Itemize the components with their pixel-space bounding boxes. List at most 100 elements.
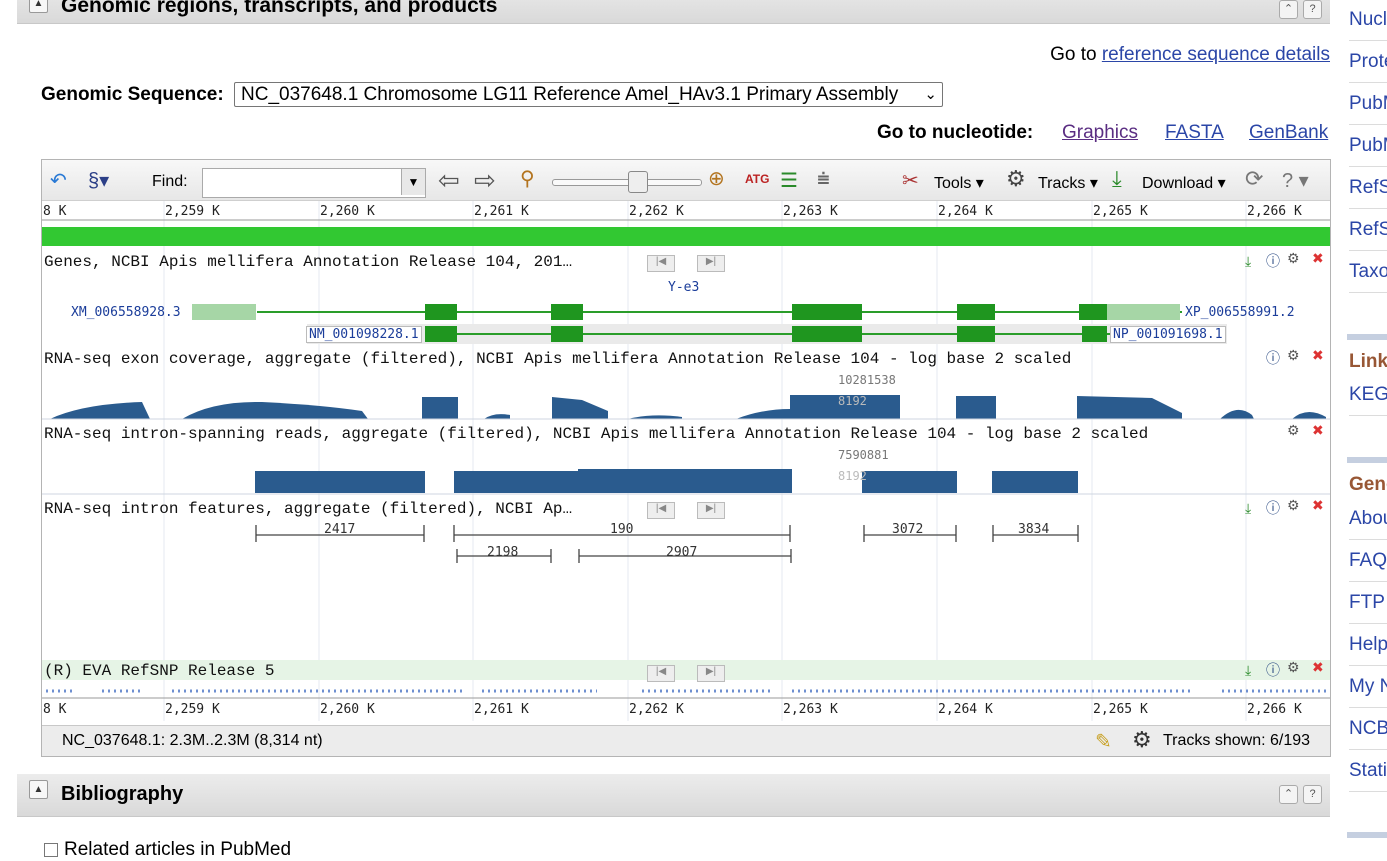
sidebar-link[interactable]: PubMed: [1349, 93, 1387, 115]
gear-icon[interactable]: ⚙: [1287, 347, 1300, 364]
close-icon[interactable]: ✖: [1312, 347, 1324, 364]
track-nav-buttons[interactable]: ▶|: [697, 665, 725, 682]
transcript-label[interactable]: XM_006558928.3: [71, 305, 181, 320]
zoom-slider[interactable]: [552, 179, 702, 186]
ref-seq-details-link[interactable]: reference sequence details: [1102, 44, 1330, 65]
undo-icon[interactable]: ↶: [50, 168, 67, 193]
info-icon[interactable]: ⓘ: [1266, 251, 1280, 271]
related-articles-toggle[interactable]: [44, 843, 58, 857]
find-input[interactable]: [202, 168, 426, 198]
close-icon[interactable]: ✖: [1312, 497, 1324, 514]
track-nav-buttons[interactable]: |◀: [647, 502, 675, 519]
fasta-link[interactable]: FASTA: [1165, 122, 1224, 144]
tracks-menu[interactable]: Tracks ▾: [1038, 173, 1098, 193]
sidebar-link[interactable]: RefSeq Genomic: [1349, 219, 1387, 241]
tools-icon[interactable]: ✂: [902, 168, 919, 193]
help-menu-icon[interactable]: ? ▾: [1282, 168, 1309, 193]
download-icon[interactable]: ⤓: [1245, 662, 1251, 679]
related-articles-label[interactable]: Related articles in PubMed: [64, 839, 291, 861]
exon-5: [1079, 304, 1107, 320]
genomic-regions-header: ▲ Genomic regions, transcripts, and prod…: [17, 0, 1330, 24]
find-dropdown-button[interactable]: ▼: [401, 169, 425, 195]
track-nav-buttons[interactable]: |◀: [647, 255, 675, 272]
tracks-shown[interactable]: Tracks shown: 6/193: [1163, 732, 1310, 750]
gear-icon[interactable]: ⚙: [1287, 497, 1300, 514]
zoom-in-icon[interactable]: ⊕: [708, 166, 725, 191]
sidebar-link[interactable]: Nucleotide: [1349, 9, 1387, 31]
tools-menu[interactable]: Tools ▾: [934, 173, 984, 193]
move-up-icon[interactable]: ⌃: [1279, 785, 1298, 804]
graphics-link[interactable]: Graphics: [1062, 122, 1138, 144]
collapse-toggle[interactable]: ▲: [29, 780, 48, 799]
product-label[interactable]: XP_006558991.2: [1185, 305, 1295, 320]
goto-ref-row: Go to reference sequence details: [1050, 44, 1330, 66]
help-icon[interactable]: ?: [1303, 0, 1322, 19]
edit-icon[interactable]: ✎: [1095, 729, 1112, 754]
sidebar-link[interactable]: Protein: [1349, 51, 1387, 73]
sequence-bar: [42, 227, 1330, 246]
divider: [1349, 292, 1387, 293]
intron-count[interactable]: 2907: [666, 545, 697, 560]
pan-right-icon[interactable]: ⇨: [474, 165, 496, 196]
download-menu[interactable]: Download ▾: [1142, 173, 1226, 193]
close-icon[interactable]: ✖: [1312, 422, 1324, 439]
close-icon[interactable]: ✖: [1312, 250, 1324, 267]
collapse-toggle[interactable]: ▲: [29, 0, 48, 13]
track-nav-buttons[interactable]: ▶|: [697, 502, 725, 519]
ruler-label: 2,263 K: [783, 702, 838, 717]
info-icon[interactable]: ⓘ: [1266, 348, 1280, 368]
sidebar-heading: General: [1349, 474, 1387, 495]
viewer-toolbar: ↶ §▾ Find: ▼ ⇦ ⇨ ⚲ ⊕ ATG ☰ ⩧ ✂ Tools ▾ ⚙…: [42, 160, 1330, 201]
alignment-icon[interactable]: ☰: [780, 168, 798, 193]
zoom-slider-handle[interactable]: [628, 171, 648, 193]
info-icon[interactable]: ⓘ: [1266, 498, 1280, 518]
product-label[interactable]: NP_001091698.1: [1110, 326, 1226, 343]
track-nav-buttons[interactable]: ▶|: [697, 255, 725, 272]
move-up-icon[interactable]: ⌃: [1279, 0, 1298, 19]
sidebar-link[interactable]: My NCBI: [1349, 676, 1387, 698]
download-icon[interactable]: ⤓: [1112, 166, 1122, 192]
intron-count[interactable]: 190: [610, 522, 633, 537]
sidebar-link[interactable]: PubMed (Weighted): [1349, 135, 1387, 157]
genomic-sequence-select[interactable]: NC_037648.1 Chromosome LG11 Reference Am…: [234, 82, 943, 107]
close-icon[interactable]: ✖: [1312, 659, 1324, 676]
sidebar-link[interactable]: KEGG: [1349, 384, 1387, 406]
gear-icon[interactable]: ⚙: [1287, 422, 1300, 439]
intron-count[interactable]: 3072: [892, 522, 923, 537]
intron-count[interactable]: 2417: [324, 522, 355, 537]
divider: [1349, 166, 1387, 167]
download-icon[interactable]: ⤓: [1245, 253, 1251, 270]
sidebar-link[interactable]: FAQ: [1349, 550, 1387, 572]
exon-2-5: [1082, 326, 1107, 342]
sidebar-link[interactable]: NCBI: [1349, 718, 1387, 740]
sidebar-link[interactable]: RefSeq: [1349, 177, 1387, 199]
gear-icon[interactable]: ⚙: [1287, 250, 1300, 267]
pan-left-icon[interactable]: ⇦: [438, 165, 460, 196]
help-icon[interactable]: ?: [1303, 785, 1322, 804]
gear-icon[interactable]: ⚙: [1132, 727, 1152, 753]
download-icon[interactable]: ⤓: [1245, 500, 1251, 517]
genbank-link[interactable]: GenBank: [1249, 122, 1328, 144]
gear-icon[interactable]: ⚙: [1006, 166, 1026, 192]
dna-icon[interactable]: §▾: [88, 168, 109, 193]
zoom-out-icon[interactable]: ⚲: [520, 166, 535, 191]
info-icon[interactable]: ⓘ: [1266, 660, 1280, 680]
track-nav-buttons[interactable]: |◀: [647, 665, 675, 682]
ruler-label: 2,263 K: [783, 204, 838, 219]
intron-count[interactable]: 2198: [487, 545, 518, 560]
sidebar-link[interactable]: Taxonomy: [1349, 261, 1387, 283]
refresh-icon[interactable]: ⟳: [1245, 166, 1263, 192]
ruler-label: 8 K: [43, 702, 67, 717]
sidebar-link[interactable]: About: [1349, 508, 1387, 530]
collapse-tracks-icon[interactable]: ⩧: [817, 166, 830, 192]
intron-count[interactable]: 3834: [1018, 522, 1049, 537]
sidebar-link[interactable]: FTP: [1349, 592, 1385, 614]
sidebar-link[interactable]: Help: [1349, 634, 1387, 656]
gene-name[interactable]: Y-e3: [668, 280, 699, 295]
gear-icon[interactable]: ⚙: [1287, 659, 1300, 676]
sidebar-link[interactable]: Statistics: [1349, 760, 1387, 782]
sequence-icon[interactable]: ATG: [745, 172, 769, 186]
snp-track-title: (R) EVA RefSNP Release 5: [44, 662, 275, 680]
transcript-label[interactable]: NM_001098228.1: [306, 326, 422, 343]
ruler-label: 2,266 K: [1247, 702, 1302, 717]
